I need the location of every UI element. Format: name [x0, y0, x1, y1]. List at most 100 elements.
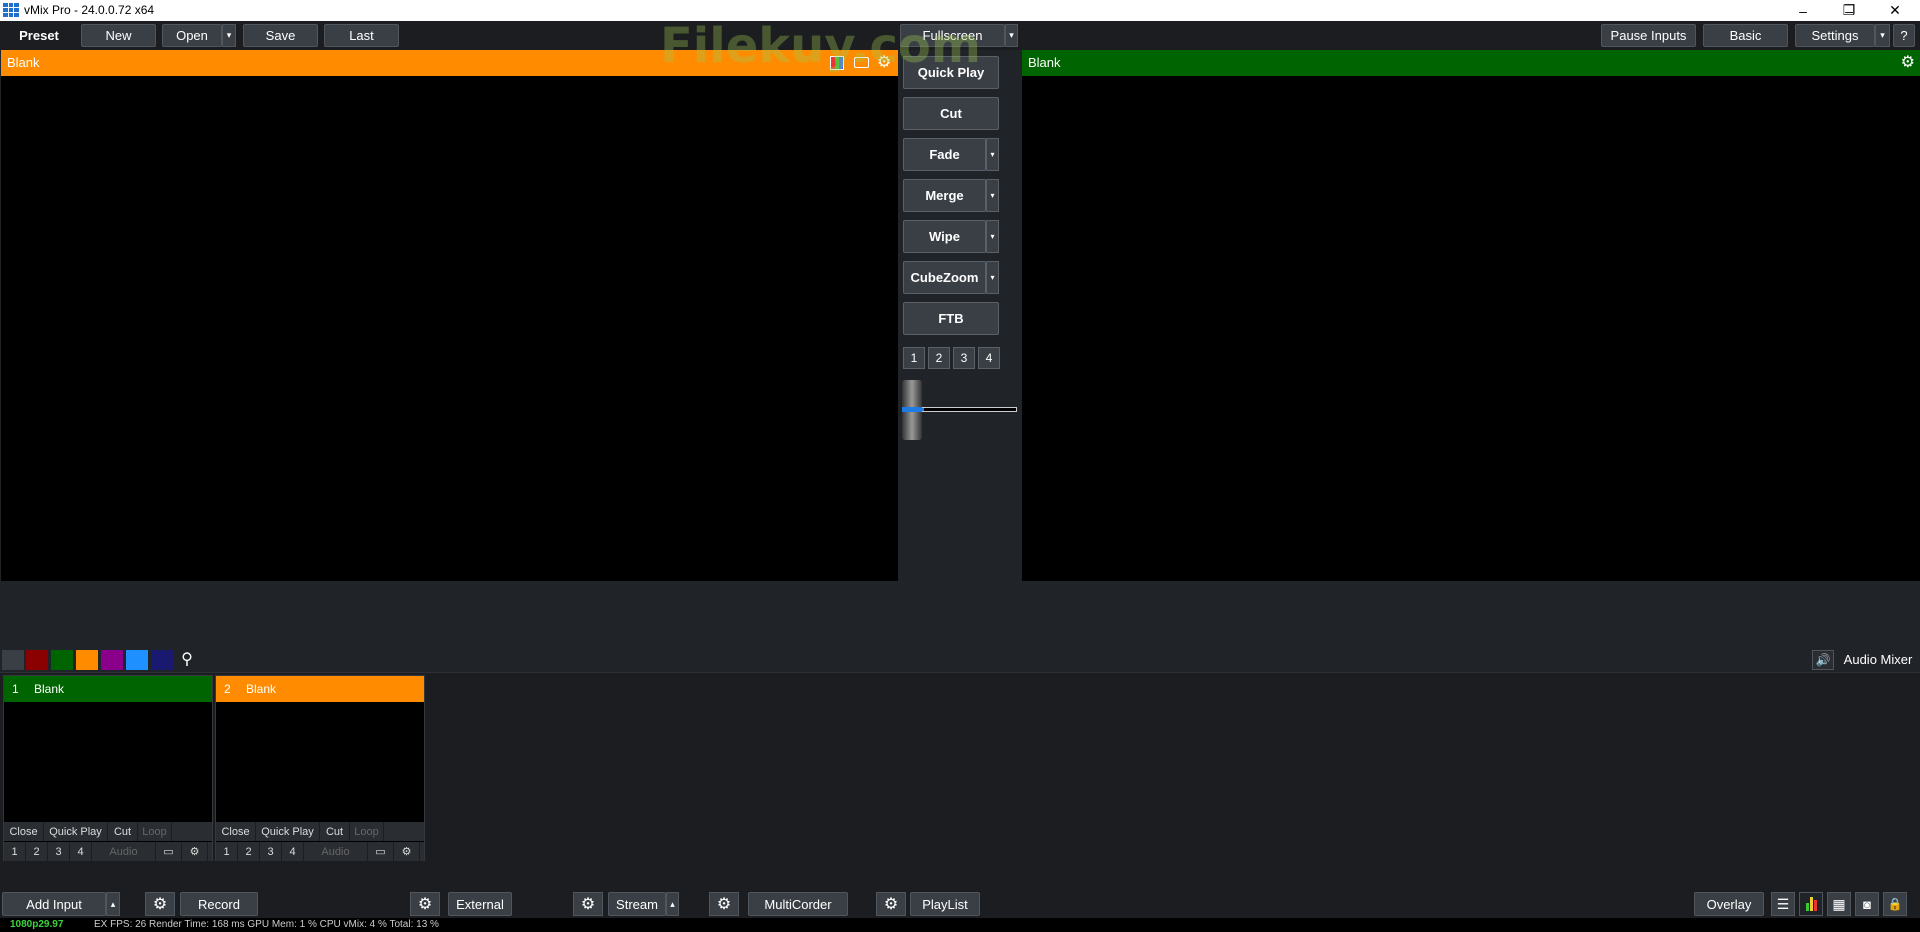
input-audio-button[interactable]: Audio: [92, 842, 156, 861]
overlay-2-button[interactable]: 2: [238, 842, 260, 861]
wipe-dropdown-icon[interactable]: ▾: [986, 220, 999, 253]
settings-button[interactable]: Settings: [1795, 24, 1875, 47]
preview-pane[interactable]: Blank ⚙: [1, 50, 898, 581]
input-monitor-icon[interactable]: ▭: [156, 842, 182, 861]
add-input-button[interactable]: Add Input: [2, 892, 106, 916]
tag-color-bar: ⚲ 🔊 Audio Mixer: [0, 648, 1920, 672]
input-quick-play-button[interactable]: Quick Play: [44, 822, 108, 841]
open-button[interactable]: Open: [162, 24, 222, 47]
input-cut-button[interactable]: Cut: [108, 822, 138, 841]
merge-button[interactable]: Merge: [903, 179, 986, 212]
transition-4-button[interactable]: 4: [978, 347, 1000, 369]
window-titlebar: vMix Pro - 24.0.0.72 x64 –: [0, 0, 1920, 21]
save-button[interactable]: Save: [243, 24, 318, 47]
minimize-button[interactable]: –: [1780, 0, 1826, 21]
tag-swatch-navy[interactable]: [151, 650, 173, 670]
external-settings-gear-icon[interactable]: ⚙: [410, 892, 440, 916]
fullscreen-dropdown-icon[interactable]: ▾: [1005, 24, 1018, 47]
tbar-handle-marker: [902, 407, 922, 412]
quick-play-button[interactable]: Quick Play: [903, 56, 999, 89]
preview-settings-gear-icon[interactable]: ⚙: [877, 50, 891, 76]
overlay-4-button[interactable]: 4: [282, 842, 304, 861]
input-name: Blank: [246, 682, 277, 696]
overlay-4-button[interactable]: 4: [70, 842, 92, 861]
input-cut-button[interactable]: Cut: [320, 822, 350, 841]
output-header: Blank ⚙: [1022, 50, 1920, 76]
new-button[interactable]: New: [81, 24, 156, 47]
transition-3-button[interactable]: 3: [953, 347, 975, 369]
multiview-grid-icon[interactable]: ▦: [1827, 892, 1851, 916]
tag-swatch-orange[interactable]: [76, 650, 98, 670]
playlist-button[interactable]: PlayList: [910, 892, 980, 916]
input-audio-button[interactable]: Audio: [304, 842, 368, 861]
tag-swatch-red[interactable]: [26, 650, 48, 670]
last-button[interactable]: Last: [324, 24, 399, 47]
preview-screen-icon[interactable]: [854, 57, 869, 68]
playlist-settings-gear-icon[interactable]: ⚙: [876, 892, 906, 916]
fade-button[interactable]: Fade: [903, 138, 986, 171]
overlay-2-button[interactable]: 2: [26, 842, 48, 861]
stream-dropdown-icon[interactable]: ▴: [666, 892, 679, 916]
input-close-button[interactable]: Close: [4, 822, 44, 841]
overlay-3-button[interactable]: 3: [48, 842, 70, 861]
help-button[interactable]: ?: [1893, 24, 1915, 47]
input-card-1[interactable]: 1 Blank Close Quick Play Cut Loop 1 2 3 …: [3, 675, 213, 861]
tag-swatch-none[interactable]: [2, 650, 24, 670]
external-button[interactable]: External: [448, 892, 512, 916]
cubezoom-dropdown-icon[interactable]: ▾: [986, 261, 999, 294]
cubezoom-button[interactable]: CubeZoom: [903, 261, 986, 294]
snapshot-camera-icon[interactable]: ◙: [1855, 892, 1879, 916]
audio-meter-icon[interactable]: [1799, 892, 1823, 916]
input-close-button[interactable]: Close: [216, 822, 256, 841]
tag-swatch-green[interactable]: [51, 650, 73, 670]
add-input-dropdown-icon[interactable]: ▴: [106, 892, 120, 916]
input-quick-play-button[interactable]: Quick Play: [256, 822, 320, 841]
restore-button[interactable]: ❐: [1826, 0, 1872, 21]
input-1-overlays: 1 2 3 4 Audio ▭ ⚙: [4, 842, 212, 861]
search-icon[interactable]: ⚲: [176, 650, 198, 670]
overlay-1-button[interactable]: 1: [216, 842, 238, 861]
open-dropdown-icon[interactable]: ▾: [222, 24, 236, 47]
fade-dropdown-icon[interactable]: ▾: [986, 138, 999, 171]
colour-correction-icon[interactable]: [830, 56, 844, 70]
input-2-header: 2 Blank: [216, 676, 424, 702]
input-card-2[interactable]: 2 Blank Close Quick Play Cut Loop 1 2 3 …: [215, 675, 425, 861]
transition-1-button[interactable]: 1: [903, 347, 925, 369]
transition-2-button[interactable]: 2: [928, 347, 950, 369]
settings-dropdown-icon[interactable]: ▾: [1875, 24, 1890, 47]
tag-swatch-purple[interactable]: [101, 650, 123, 670]
stream-button[interactable]: Stream: [608, 892, 666, 916]
multicorder-settings-gear-icon[interactable]: ⚙: [709, 892, 739, 916]
basic-button[interactable]: Basic: [1703, 24, 1788, 47]
merge-dropdown-icon[interactable]: ▾: [986, 179, 999, 212]
fullscreen-button[interactable]: Fullscreen: [900, 24, 1005, 47]
record-settings-gear-icon[interactable]: ⚙: [145, 892, 175, 916]
audio-mixer-button[interactable]: Audio Mixer: [1838, 650, 1918, 670]
tag-swatch-blue[interactable]: [126, 650, 148, 670]
list-view-icon[interactable]: ☰: [1771, 892, 1795, 916]
speaker-icon[interactable]: 🔊: [1812, 650, 1834, 670]
stream-settings-gear-icon[interactable]: ⚙: [573, 892, 603, 916]
wipe-button[interactable]: Wipe: [903, 220, 986, 253]
input-loop-button[interactable]: Loop: [350, 822, 384, 841]
lock-icon[interactable]: 🔒: [1883, 892, 1907, 916]
input-number: 1: [12, 682, 19, 696]
input-settings-gear-icon[interactable]: ⚙: [182, 842, 208, 861]
input-monitor-icon[interactable]: ▭: [368, 842, 394, 861]
overlay-1-button[interactable]: 1: [4, 842, 26, 861]
multicorder-button[interactable]: MultiCorder: [748, 892, 848, 916]
overlay-3-button[interactable]: 3: [260, 842, 282, 861]
output-pane[interactable]: Blank ⚙: [1022, 50, 1920, 581]
preset-button[interactable]: Preset: [6, 24, 72, 47]
ftb-button[interactable]: FTB: [903, 302, 999, 335]
input-settings-gear-icon[interactable]: ⚙: [394, 842, 420, 861]
input-loop-button[interactable]: Loop: [138, 822, 172, 841]
window-title: vMix Pro - 24.0.0.72 x64: [24, 3, 155, 17]
pause-inputs-button[interactable]: Pause Inputs: [1601, 24, 1696, 47]
cut-button[interactable]: Cut: [903, 97, 999, 130]
transition-panel: Quick Play Cut Fade ▾ Merge ▾ Wipe ▾ Cub…: [899, 50, 1022, 581]
output-settings-gear-icon[interactable]: ⚙: [1901, 50, 1915, 76]
overlay-button[interactable]: Overlay: [1694, 892, 1764, 916]
record-button[interactable]: Record: [180, 892, 258, 916]
close-button[interactable]: ✕: [1872, 0, 1918, 21]
